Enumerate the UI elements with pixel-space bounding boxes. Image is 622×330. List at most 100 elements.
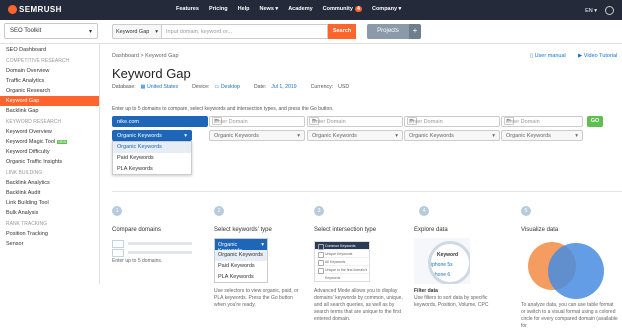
semrush-logo[interactable]: SEMRUSH — [8, 5, 62, 14]
main-content: Dashboard > Keyword Gap ▯ User manual ▶ … — [112, 44, 622, 329]
sidebar-item-link-building-tool[interactable]: Link Building Tool — [0, 198, 99, 208]
user-manual-label: User manual — [534, 53, 566, 59]
sidebar-item-keyword-magic-tool[interactable]: Keyword Magic Tool NEW — [0, 137, 99, 147]
nav-company[interactable]: Company ▾ — [372, 6, 401, 12]
intersection-option: Common Keywords — [315, 242, 369, 250]
new-badge: NEW — [57, 140, 68, 144]
chevron-down-icon: ▾ — [155, 29, 158, 35]
sidebar-item-sensor[interactable]: Sensor — [0, 239, 99, 249]
nav-features[interactable]: Features — [176, 6, 199, 12]
magnifier-icon: Keyword iphone 5s iphone 6 — [428, 241, 470, 284]
keyword-type-select-3[interactable]: Organic Keywords ▾ — [307, 130, 403, 141]
magnified-link: iphone 6 — [431, 272, 451, 278]
step-1-description: Enter up to 5 domains. — [112, 258, 163, 264]
sidebar-section-competitive-research: COMPETITIVE RESEARCH — [6, 58, 70, 64]
nav-community-label: Community — [322, 6, 353, 12]
keyword-type-select-4[interactable]: Organic Keywords ▾ — [404, 130, 500, 141]
sidebar-item-position-tracking[interactable]: Position Tracking — [0, 229, 99, 239]
keyword-type-select-5[interactable]: Organic Keywords ▾ — [501, 130, 583, 141]
sidebar-item-keyword-overview[interactable]: Keyword Overview — [0, 127, 99, 137]
sidebar-item-organic-research[interactable]: Organic Research — [0, 86, 99, 96]
step-1-title: Compare domains — [112, 227, 162, 233]
sidebar-section-rank-tracking: RANK TRACKING — [6, 221, 48, 227]
sidebar-item-bulk-analysis[interactable]: Bulk Analysis — [0, 208, 99, 218]
toolkit-label: SEO Toolkit — [10, 28, 42, 34]
step-4-description: Use filters to sort data by specific key… — [414, 295, 489, 308]
user-avatar-icon[interactable] — [605, 6, 614, 15]
date-selector[interactable]: Jul 1, 2019 — [271, 84, 296, 90]
device-value: Desktop — [220, 84, 240, 90]
widget-header-label: Organic Keywords — [218, 242, 242, 254]
domain-input-5[interactable]: Enter Domain — [501, 116, 583, 127]
go-button[interactable]: GO — [587, 116, 603, 127]
step-5-description: To analyze data, you can use table forma… — [521, 302, 618, 329]
sidebar-item-seo-dashboard[interactable]: SEO Dashboard — [0, 45, 99, 55]
domain-input-4[interactable]: Enter Domain — [404, 116, 500, 127]
domain-input-1[interactable]: nike.com — [112, 116, 208, 127]
search-button[interactable]: Search — [328, 24, 356, 39]
sidebar-item-backlink-audit[interactable]: Backlink Audit — [0, 188, 99, 198]
device-selector[interactable]: ▭ Desktop — [214, 84, 239, 90]
dropdown-option-paid[interactable]: Paid Keywords — [113, 153, 191, 164]
breadcrumb[interactable]: Dashboard > Keyword Gap — [112, 53, 179, 59]
intro-text: Enter up to 5 domains to compare, select… — [112, 106, 334, 112]
step-1-number: 1 — [112, 206, 122, 216]
database-selector[interactable]: ▦ United States — [141, 84, 179, 90]
toolkit-selector[interactable]: SEO Toolkit ▾ — [4, 23, 98, 39]
keyword-type-label: Organic Keywords — [312, 133, 357, 139]
top-right-controls: EN ▾ — [585, 6, 614, 15]
user-manual-link[interactable]: ▯ User manual — [530, 53, 566, 59]
search-type-select[interactable]: Keyword Gap ▾ — [112, 24, 162, 39]
intersection-option: All Keywords — [315, 258, 369, 266]
report-meta: Database: ▦ United States Device: ▭ Desk… — [112, 84, 349, 90]
dropdown-option-organic[interactable]: Organic Keywords — [113, 142, 191, 153]
sidebar-item-keyword-gap[interactable]: Keyword Gap — [0, 96, 99, 106]
nav-academy[interactable]: Academy — [288, 6, 312, 12]
sidebar-item-domain-overview[interactable]: Domain Overview — [0, 66, 99, 76]
projects-button[interactable]: Projects — [367, 24, 409, 39]
language-selector[interactable]: EN ▾ — [585, 8, 597, 14]
chevron-down-icon: ▾ — [261, 242, 264, 248]
widget-option: PLA Keywords — [218, 274, 254, 280]
nav-company-label: Company — [371, 6, 398, 12]
sidebar-item-backlink-analytics[interactable]: Backlink Analytics — [0, 178, 99, 188]
keyword-type-label: Organic Keywords — [409, 133, 454, 139]
section-divider — [112, 191, 622, 192]
database-label: Database: — [112, 84, 136, 90]
search-input[interactable]: Input domain, keyword or... — [162, 24, 328, 39]
nav-community[interactable]: Community 4 — [323, 6, 362, 12]
nav-news[interactable]: News ▾ — [260, 6, 279, 12]
dropdown-option-pla[interactable]: PLA Keywords — [113, 164, 191, 175]
step-4-filter-title: Filter data — [414, 288, 438, 294]
search-bar: Keyword Gap ▾ Input domain, keyword or...… — [112, 24, 356, 39]
domain-input-3[interactable]: Enter Domain — [307, 116, 403, 127]
step-3-intersection-list: Common Keywords Unique Keywords All Keyw… — [314, 241, 370, 282]
sidebar-item-traffic-analytics[interactable]: Traffic Analytics — [0, 76, 99, 86]
sidebar-item-label: Keyword Magic Tool — [6, 139, 56, 145]
add-project-button[interactable]: + — [409, 24, 421, 39]
illustration-bar — [128, 251, 192, 254]
logo-mark-icon — [8, 5, 17, 14]
sidebar-item-organic-traffic-insights[interactable]: Organic Traffic Insights — [0, 157, 99, 167]
keyword-type-select-2[interactable]: Organic Keywords ▾ — [209, 130, 305, 141]
nav-pricing[interactable]: Pricing — [209, 6, 228, 12]
sidebar-item-keyword-difficulty[interactable]: Keyword Difficulty — [0, 147, 99, 157]
nav-news-label: News — [259, 6, 274, 12]
currency-label: Currency: — [310, 84, 334, 90]
intersection-option: Unique Keywords — [315, 250, 369, 258]
illustration-swatch — [112, 249, 124, 257]
nav-help[interactable]: Help — [238, 6, 250, 12]
step-4-illustration: Keyword iphone 5s iphone 6 — [414, 238, 470, 284]
step-2-keyword-widget: Organic Keywords ▾ Organic Keywords Paid … — [214, 238, 268, 283]
video-tutorial-link[interactable]: ▶ Video Tutorial — [578, 53, 617, 59]
step-5-number: 5 — [521, 206, 531, 216]
widget-header: Organic Keywords ▾ — [215, 239, 267, 254]
chevron-down-icon: ▾ — [395, 133, 398, 139]
sidebar-item-backlink-gap[interactable]: Backlink Gap — [0, 106, 99, 116]
step-4-number: 4 — [419, 206, 429, 216]
keyword-type-select-1[interactable]: Organic Keywords ▾ — [112, 130, 192, 141]
step-2-description: Use selectors to view organic, paid, or … — [214, 288, 299, 308]
device-label: Device: — [192, 84, 210, 90]
page-title: Keyword Gap — [112, 66, 191, 81]
domain-input-2[interactable]: Enter Domain — [209, 116, 305, 127]
